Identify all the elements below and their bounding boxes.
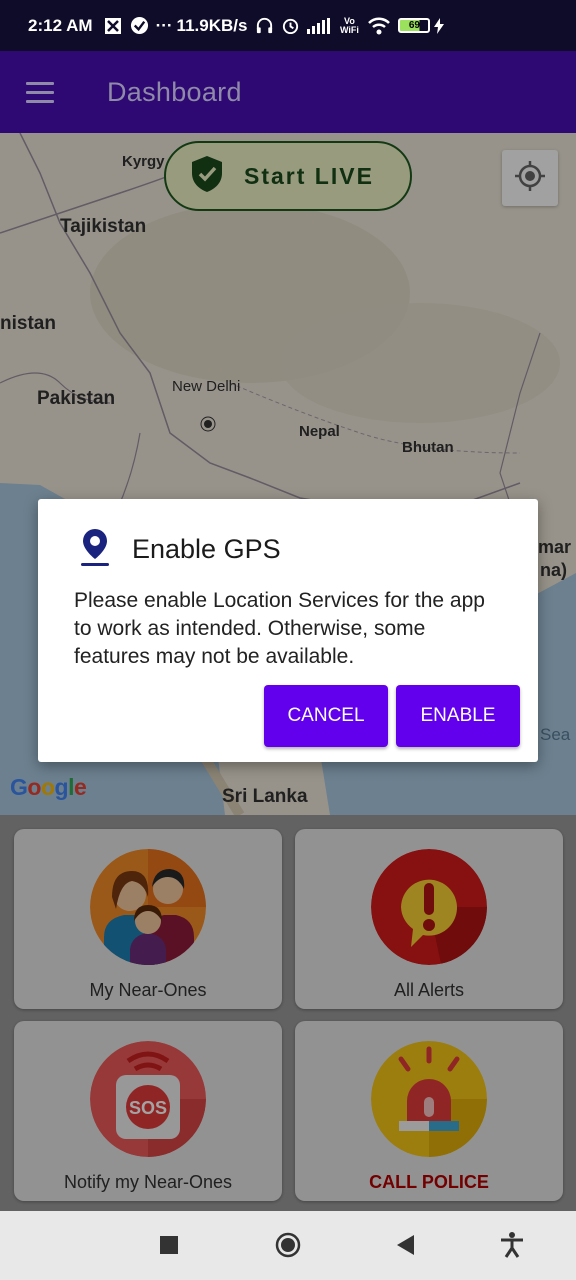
dialog-message: Please enable Location Services for the … bbox=[74, 589, 485, 668]
wifi-icon bbox=[367, 17, 391, 35]
recents-button[interactable] bbox=[151, 1227, 187, 1263]
home-button[interactable] bbox=[270, 1227, 306, 1263]
more-notifications: ··· bbox=[155, 15, 173, 35]
alarm-icon bbox=[281, 16, 300, 35]
status-bar: 2:12 AM ··· 11.9KB/s Vo WiFi 69 bbox=[0, 0, 576, 51]
check-circle-icon bbox=[130, 16, 149, 35]
signal-icon bbox=[307, 17, 331, 34]
page-title: Dashboard bbox=[107, 76, 242, 107]
headphones-icon bbox=[255, 16, 274, 35]
triangle-back-icon bbox=[397, 1235, 414, 1255]
status-time: 2:12 AM bbox=[28, 15, 93, 35]
circle-home-icon bbox=[275, 1232, 301, 1258]
network-speed: 11.9KB/s bbox=[176, 15, 248, 35]
accessibility-button[interactable] bbox=[494, 1227, 530, 1263]
app-bar: Dashboard bbox=[0, 51, 576, 133]
square-icon bbox=[160, 1236, 178, 1254]
system-nav-bar bbox=[0, 1211, 576, 1280]
dialog-header: Enable GPS bbox=[78, 527, 281, 572]
enable-button[interactable]: ENABLE bbox=[396, 685, 520, 747]
back-button[interactable] bbox=[388, 1227, 424, 1263]
sync-icon bbox=[103, 16, 123, 36]
cancel-button[interactable]: CANCEL bbox=[264, 685, 388, 747]
hamburger-menu-icon[interactable] bbox=[0, 51, 80, 133]
accessibility-icon bbox=[501, 1232, 523, 1258]
dialog-title: Enable GPS bbox=[132, 534, 281, 564]
vowifi-icon: Vo WiFi bbox=[339, 15, 359, 35]
battery-icon: 69 bbox=[398, 18, 431, 33]
charging-icon bbox=[434, 17, 445, 34]
enable-gps-dialog: Enable GPS Please enable Location Servic… bbox=[38, 499, 538, 762]
battery-level: 69 bbox=[408, 20, 420, 31]
location-pin-icon bbox=[78, 527, 112, 572]
